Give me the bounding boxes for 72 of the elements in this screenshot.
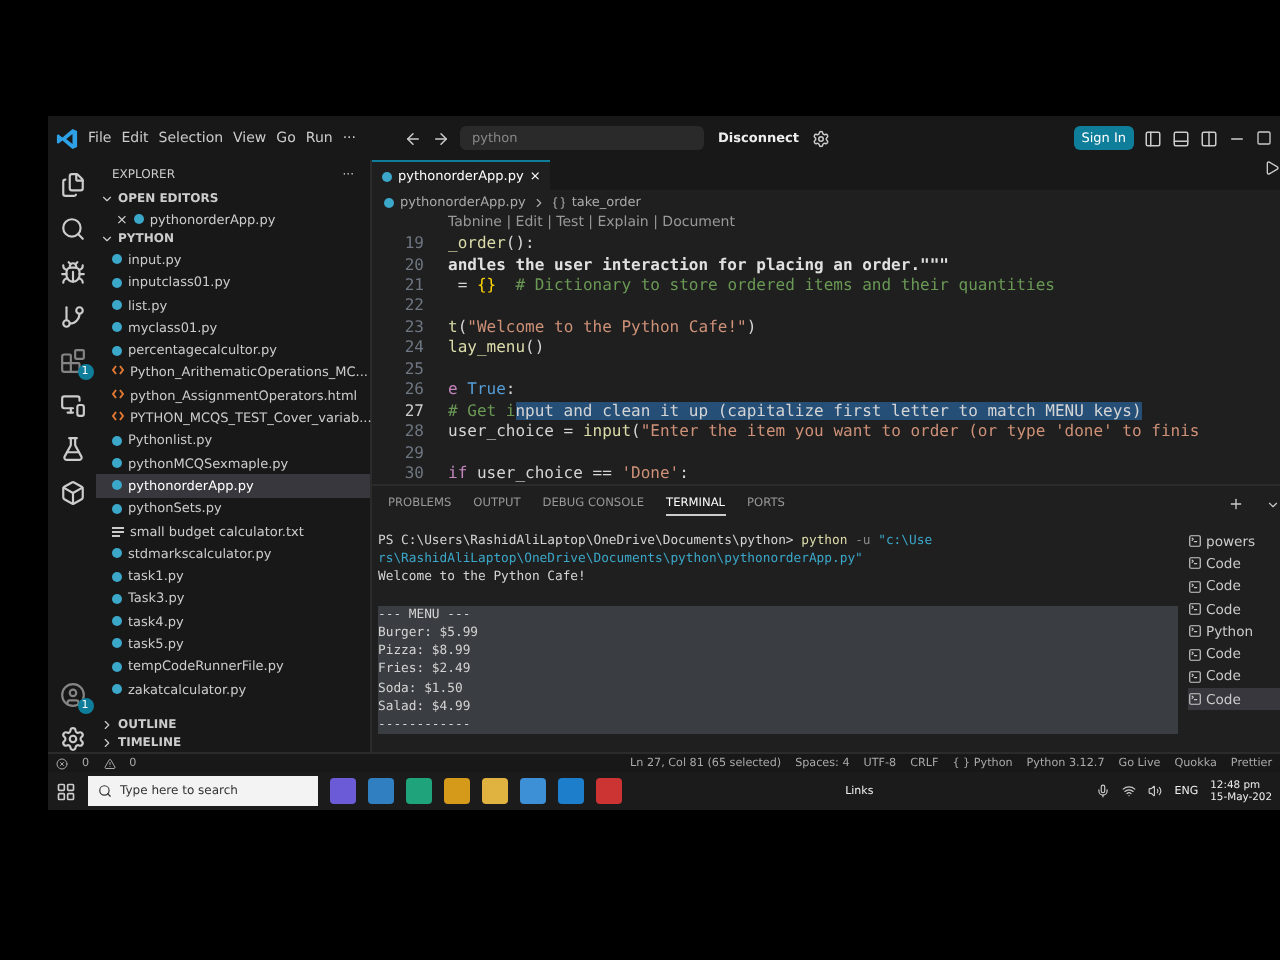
toggle-sidebar-icon[interactable] — [1144, 129, 1162, 147]
terminal-icon — [1188, 556, 1202, 571]
python-file-icon — [112, 661, 122, 672]
split-layout-icon[interactable] — [1200, 129, 1218, 147]
network-icon[interactable] — [1122, 784, 1137, 798]
code-line: e True: — [448, 380, 516, 399]
gear-icon[interactable] — [812, 129, 831, 147]
chevron-icon — [531, 195, 546, 209]
terminal-icon — [1188, 624, 1202, 639]
text-file-icon — [112, 525, 124, 537]
python-file-icon — [384, 197, 394, 207]
vscode-logo-icon — [56, 127, 78, 149]
code-file-icon — [112, 387, 124, 404]
line-number: 26 — [402, 380, 426, 399]
extensions-icon[interactable] — [59, 348, 85, 374]
python-file-icon — [133, 214, 144, 225]
start-icon[interactable] — [56, 781, 76, 801]
chevron-down-icon — [100, 192, 114, 206]
code-line: = {} # Dictionary to store ordered items and their quantities — [455, 275, 1055, 294]
search-icon[interactable] — [59, 216, 85, 242]
line-number: 21 — [402, 275, 426, 294]
microphone-icon[interactable] — [1096, 784, 1111, 798]
python-file-icon — [112, 684, 122, 695]
function-icon — [551, 195, 566, 209]
line-number: 28 — [402, 422, 426, 441]
python-file-icon — [112, 435, 122, 446]
source-control-icon[interactable] — [59, 304, 85, 330]
account-icon[interactable] — [59, 682, 85, 708]
code-line: if user_choice == 'Done': — [448, 464, 689, 483]
terminal-icon — [1188, 602, 1202, 617]
code-line: _order(): — [448, 234, 535, 253]
line-number: 24 — [402, 338, 426, 357]
line-number: 29 — [402, 443, 426, 462]
python-file-icon — [112, 345, 122, 356]
maximize-icon[interactable] — [1256, 130, 1272, 146]
terminal-icon — [1188, 647, 1202, 662]
python-file-icon — [112, 277, 122, 288]
speaker-icon[interactable] — [1148, 784, 1163, 798]
chevron-down-icon — [100, 232, 114, 247]
search-icon — [98, 784, 112, 798]
warning-icon — [103, 757, 116, 769]
code-line: t("Welcome to the Python Cafe!") — [448, 317, 757, 336]
terminal-icon — [1188, 579, 1202, 594]
error-icon — [56, 757, 68, 769]
line-number: 19 — [402, 234, 426, 253]
line-number: 23 — [402, 317, 426, 336]
line-number: 20 — [402, 255, 426, 273]
code-line: lay_menu() — [448, 338, 545, 357]
testing-icon[interactable] — [59, 436, 85, 462]
back-arrow-icon[interactable] — [404, 129, 423, 147]
toggle-panel-icon[interactable] — [1172, 129, 1190, 147]
terminal-icon — [1188, 534, 1202, 549]
code-line: andles the user interaction for placing an order.""" — [448, 255, 949, 273]
python-file-icon — [112, 548, 122, 559]
line-number: 25 — [402, 359, 426, 378]
line-number: 27 — [402, 401, 426, 420]
remote-explorer-icon[interactable] — [59, 392, 85, 418]
terminal-icon — [1188, 692, 1202, 707]
run-icon[interactable] — [1264, 160, 1280, 176]
new-terminal-icon[interactable] — [1228, 496, 1244, 512]
line-number: 22 — [402, 296, 426, 315]
python-file-icon — [112, 254, 122, 265]
code-line: # Get input and clean it up (capitalize first letter to match MENU keys) — [448, 401, 1142, 420]
explorer-icon[interactable] — [59, 172, 85, 198]
line-number: 30 — [402, 464, 426, 483]
terminal-icon — [1188, 669, 1202, 684]
settings-icon[interactable] — [59, 726, 85, 752]
run-debug-icon[interactable] — [59, 260, 85, 286]
dropdown-icon[interactable] — [1266, 497, 1280, 511]
code-line: user_choice = input("Enter the item you want to order (or type 'done' to finis — [448, 422, 1200, 441]
python-file-icon — [112, 503, 122, 514]
forward-arrow-icon[interactable] — [432, 129, 451, 147]
